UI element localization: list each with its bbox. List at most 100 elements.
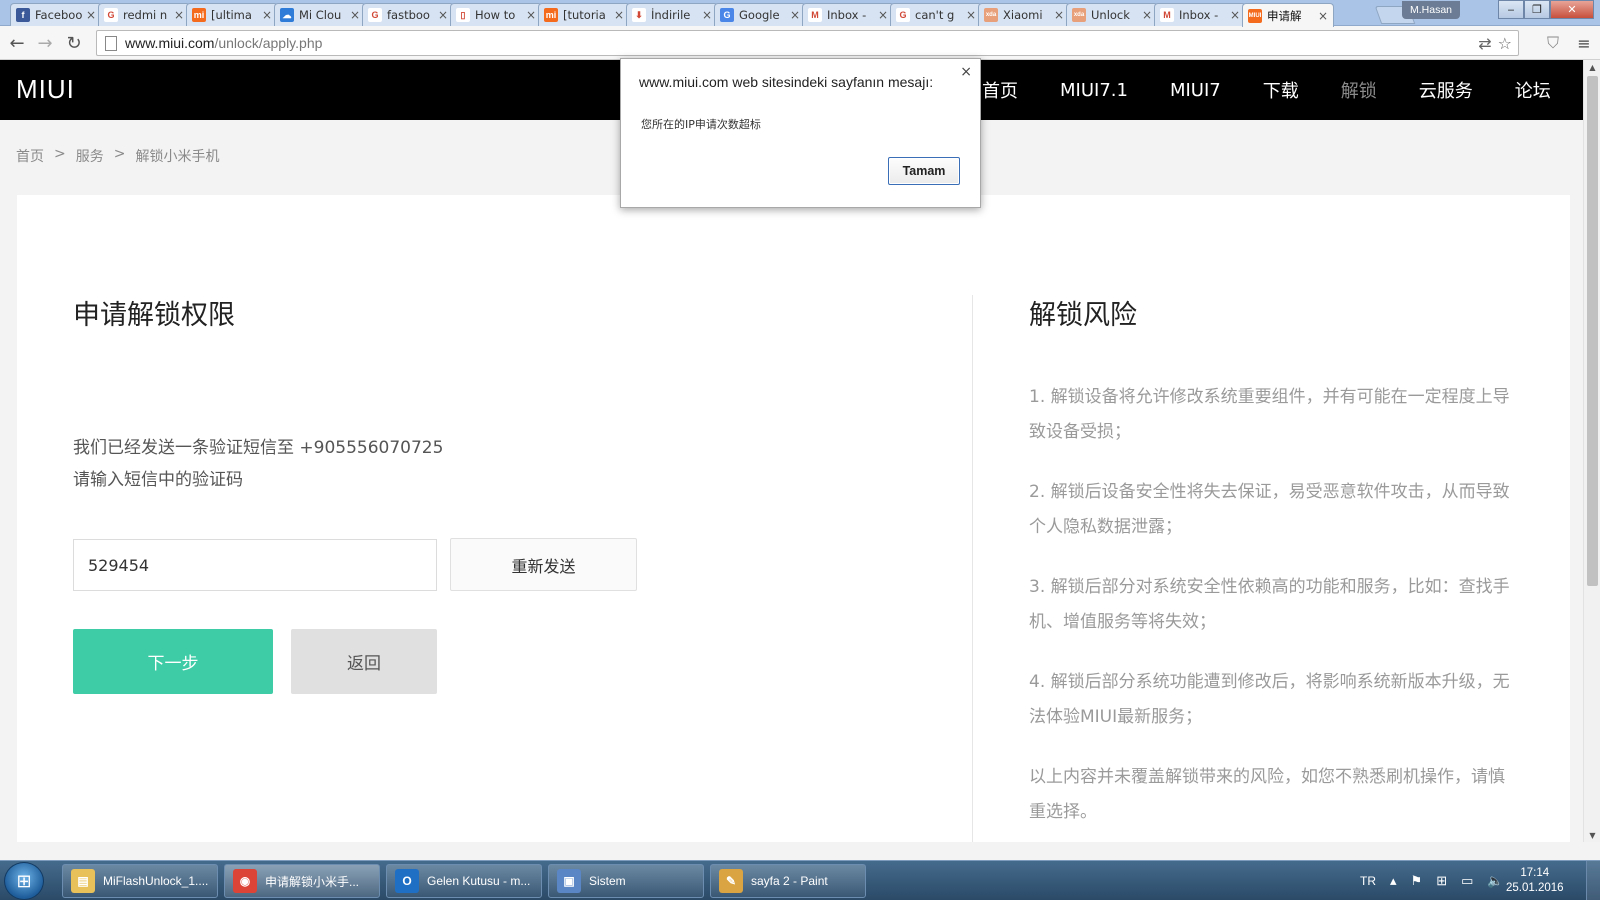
browser-toolbar: ← → ↻ www.miui.com/unlock/apply.php ⇄ ☆ … bbox=[0, 26, 1600, 60]
browser-tab[interactable]: mi [ultima × bbox=[186, 3, 278, 26]
tab-close-icon[interactable]: × bbox=[173, 8, 185, 22]
show-desktop-button[interactable] bbox=[1586, 861, 1600, 900]
taskbar-button-label: sayfa 2 - Paint bbox=[751, 874, 828, 888]
start-button[interactable]: ⊞ bbox=[4, 862, 44, 900]
browser-tab[interactable]: xda Unlock × bbox=[1066, 3, 1158, 26]
tab-title: Xiaomi bbox=[1003, 8, 1043, 22]
browser-tab[interactable]: Gcan't g × bbox=[890, 3, 982, 26]
tray-expand-icon[interactable]: ▴ bbox=[1390, 873, 1397, 889]
return-button[interactable]: 返回 bbox=[291, 629, 437, 694]
chrome-icon: ◉ bbox=[233, 869, 257, 893]
tab-close-icon[interactable]: × bbox=[877, 8, 889, 22]
tab-close-icon[interactable]: × bbox=[85, 8, 97, 22]
bookmark-star-icon[interactable]: ☆ bbox=[1498, 34, 1512, 53]
browser-tab[interactable]: M Inbox - × bbox=[802, 3, 894, 26]
risk-item: 2. 解锁后设备安全性将失去保证，易受恶意软件攻击，从而导致个人隐私数据泄露； bbox=[1029, 482, 1510, 537]
alert-close-icon[interactable]: × bbox=[960, 64, 972, 80]
browser-tab[interactable]: Gfastboo × bbox=[362, 3, 454, 26]
menu-icon[interactable]: ≡ bbox=[1573, 32, 1595, 54]
window-controls: ‒ ❐ ✕ bbox=[1498, 0, 1594, 20]
tab-close-icon[interactable]: × bbox=[1229, 8, 1241, 22]
breadcrumb-services[interactable]: 服务 bbox=[76, 146, 104, 166]
browser-tab[interactable]: f Faceboo × bbox=[10, 3, 102, 26]
minimize-button[interactable]: ‒ bbox=[1498, 0, 1524, 19]
tab-title: 申请解 bbox=[1267, 8, 1302, 23]
profile-button[interactable]: M.Hasan bbox=[1402, 1, 1461, 19]
tab-title: Inbox - bbox=[827, 8, 867, 22]
nav-item-active[interactable]: 解锁 bbox=[1341, 77, 1377, 103]
window-close-button[interactable]: ✕ bbox=[1550, 0, 1594, 19]
taskbar-button[interactable]: O Gelen Kutusu - m... bbox=[386, 864, 542, 898]
windows-tray-icon[interactable]: ⊞ bbox=[1436, 873, 1447, 889]
tab-close-icon[interactable]: × bbox=[1317, 9, 1329, 23]
verification-code-input[interactable] bbox=[73, 539, 437, 591]
tab-close-icon[interactable]: × bbox=[525, 8, 537, 22]
network-icon[interactable]: ▭ bbox=[1461, 873, 1473, 889]
action-center-flag-icon[interactable]: ⚑ bbox=[1411, 873, 1423, 889]
translate-icon[interactable]: ⇄ bbox=[1478, 34, 1491, 53]
tab-close-icon[interactable]: × bbox=[261, 8, 273, 22]
nav-item[interactable]: 云服务 bbox=[1419, 77, 1473, 103]
reload-icon[interactable]: ↻ bbox=[63, 32, 85, 54]
forward-arrow-icon[interactable]: → bbox=[34, 32, 56, 54]
breadcrumb: 首页 > 服务 > 解锁小米手机 bbox=[16, 146, 219, 166]
browser-tab[interactable]: ⬇ İndirile × bbox=[626, 3, 718, 26]
nav-item[interactable]: 首页 bbox=[982, 77, 1018, 103]
tab-close-icon[interactable]: × bbox=[613, 8, 625, 22]
browser-tab[interactable]: M Inbox - × bbox=[1154, 3, 1246, 26]
paint-icon: ✎ bbox=[719, 869, 743, 893]
resend-button[interactable]: 重新发送 bbox=[450, 538, 637, 591]
breadcrumb-current: 解锁小米手机 bbox=[135, 149, 220, 165]
scroll-thumb[interactable] bbox=[1587, 76, 1598, 586]
maximize-button[interactable]: ❐ bbox=[1524, 0, 1550, 19]
back-arrow-icon[interactable]: ← bbox=[6, 32, 28, 54]
language-indicator[interactable]: TR bbox=[1360, 874, 1376, 888]
nav-item[interactable]: 下载 bbox=[1263, 77, 1299, 103]
xda-icon: xda bbox=[984, 8, 998, 22]
taskbar-button[interactable]: ▣ Sistem bbox=[548, 864, 704, 898]
breadcrumb-separator: > bbox=[113, 146, 126, 162]
alert-ok-button[interactable]: Tamam bbox=[888, 157, 960, 185]
shield-extension-icon[interactable]: ⛉ bbox=[1542, 32, 1564, 54]
tab-active[interactable]: MIUI 申请解 × bbox=[1242, 3, 1334, 27]
next-step-button[interactable]: 下一步 bbox=[73, 629, 273, 694]
folder-icon: ▤ bbox=[71, 869, 95, 893]
sms-info: 我们已经发送一条验证短信至 +905556070725 请输入短信中的验证码 bbox=[73, 432, 443, 496]
taskbar-button-label: Gelen Kutusu - m... bbox=[427, 874, 531, 888]
tab-close-icon[interactable]: × bbox=[965, 8, 977, 22]
browser-tab[interactable]: ▯ How to × bbox=[450, 3, 542, 26]
google-translate-icon: G bbox=[720, 8, 734, 22]
tab-close-icon[interactable]: × bbox=[1141, 8, 1153, 22]
tab-close-icon[interactable]: × bbox=[789, 8, 801, 22]
nav-item[interactable]: MIUI7 bbox=[1170, 80, 1221, 101]
browser-tab[interactable]: xda Xiaomi × bbox=[978, 3, 1070, 26]
scroll-down-arrow-icon[interactable]: ▼ bbox=[1584, 828, 1600, 842]
url-text[interactable]: www.miui.com/unlock/apply.php bbox=[125, 35, 322, 51]
volume-icon[interactable]: 🔈 bbox=[1487, 873, 1503, 889]
tab-title: redmi n bbox=[123, 8, 168, 22]
browser-tab[interactable]: Gredmi n × bbox=[98, 3, 190, 26]
taskbar-button[interactable]: ✎ sayfa 2 - Paint bbox=[710, 864, 866, 898]
nav-item[interactable]: 论坛 bbox=[1515, 77, 1551, 103]
miui-logo[interactable]: MIUI bbox=[16, 74, 75, 105]
tab-close-icon[interactable]: × bbox=[349, 8, 361, 22]
browser-tab[interactable]: G Google × bbox=[714, 3, 806, 26]
tab-close-icon[interactable]: × bbox=[701, 8, 713, 22]
breadcrumb-home[interactable]: 首页 bbox=[16, 146, 44, 166]
taskbar-button[interactable]: ▤ MiFlashUnlock_1.... bbox=[62, 864, 218, 898]
browser-tab[interactable]: mi [tutoria × bbox=[538, 3, 630, 26]
clock-date: 25.01.2016 bbox=[1506, 882, 1564, 894]
clock[interactable]: 17:14 25.01.2016 bbox=[1506, 866, 1564, 896]
browser-tab[interactable]: ☁ Mi Clou × bbox=[274, 3, 366, 26]
nav-item[interactable]: MIUI7.1 bbox=[1060, 80, 1128, 101]
page-scrollbar[interactable]: ▲ ▼ bbox=[1583, 60, 1600, 842]
tab-close-icon[interactable]: × bbox=[437, 8, 449, 22]
url-path: /unlock/apply.php bbox=[214, 35, 323, 51]
tab-close-icon[interactable]: × bbox=[1053, 8, 1065, 22]
scroll-up-arrow-icon[interactable]: ▲ bbox=[1584, 60, 1600, 74]
taskbar-button[interactable]: ◉ 申请解锁小米手... bbox=[224, 864, 380, 898]
page-info-icon[interactable] bbox=[105, 35, 117, 51]
address-bar[interactable]: www.miui.com/unlock/apply.php ⇄ ☆ bbox=[96, 30, 1519, 56]
gmail-icon: M bbox=[1160, 8, 1174, 22]
apply-title: 申请解锁权限 bbox=[73, 300, 235, 331]
